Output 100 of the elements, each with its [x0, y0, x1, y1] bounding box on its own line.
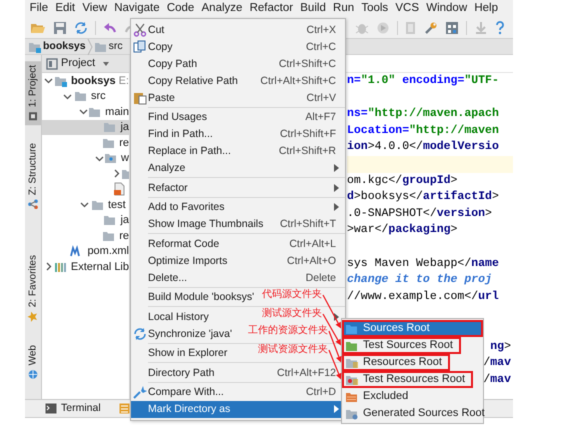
menu-item[interactable]: Delete... [148, 272, 188, 284]
tree-item[interactable]: w [42, 150, 129, 166]
tool-window-tab[interactable]: 2: Favorites [25, 251, 41, 327]
shortcut-text: Ctrl+Shift+R [278, 145, 337, 157]
menu-item[interactable]: Build Module 'booksys' [148, 291, 254, 303]
shortcut-text: Ctrl+C [306, 40, 337, 52]
tool-window-tab[interactable]: Z: Structure [25, 139, 41, 214]
chevron-right-icon[interactable] [112, 169, 121, 178]
shortcut-text: Ctrl+V [306, 92, 337, 104]
tree-item[interactable]: re [42, 228, 129, 244]
menu-item[interactable]: Find in Path... [148, 128, 213, 140]
breadcrumb-separator-icon [86, 38, 93, 54]
menu-item[interactable]: Show in Explorer [148, 347, 228, 359]
menu-item[interactable]: Replace in Path... [148, 145, 231, 157]
tree-item[interactable]: test [42, 197, 129, 212]
file-icon [112, 182, 126, 196]
shortcut-text: Alt+F7 [305, 111, 337, 123]
menu-item[interactable]: Show Image Thumbnails [148, 218, 264, 230]
menu-item[interactable]: Directory Path [148, 366, 215, 378]
breadcrumb-item[interactable]: booksys [28, 38, 86, 54]
globe-icon [28, 369, 38, 379]
folder-icon [103, 213, 118, 228]
folder-icon [104, 151, 118, 166]
tree-item[interactable]: pom.xml [42, 244, 129, 259]
menu-item[interactable]: Analyze [148, 162, 186, 174]
code-line: n="1.0" encoding="UTF- [347, 73, 500, 89]
tree-item[interactable]: ja [42, 212, 129, 228]
tree-item[interactable]: main [42, 104, 129, 120]
chevron-down-icon[interactable] [95, 154, 104, 163]
shortcut-text: Ctrl+Shift+T [280, 218, 337, 230]
menu-item[interactable]: Local History [148, 310, 209, 322]
menu-item[interactable]: Reformat Code [148, 238, 220, 250]
sync-icon [132, 326, 146, 340]
project-view-dropdown[interactable]: Project [42, 55, 129, 73]
menu-item[interactable]: File [26, 1, 52, 16]
menu-item[interactable]: Copy Path [148, 58, 198, 70]
menu-item[interactable]: Cut [148, 24, 164, 36]
chevron-down-icon[interactable] [80, 200, 89, 210]
tree-item[interactable]: src [42, 88, 129, 104]
menu-item[interactable]: View [78, 1, 111, 16]
shortcut-text: Ctrl+Alt+O [286, 254, 337, 266]
grid-icon[interactable] [445, 20, 459, 34]
shortcut-text: Ctrl+Alt+F12 [277, 366, 337, 378]
menu-item[interactable]: Edit [52, 1, 79, 16]
shortcut-text: Ctrl+Shift+F [280, 128, 337, 140]
tool-window-button[interactable]: Terminal [45, 400, 101, 416]
menu-item[interactable]: VCS [392, 1, 423, 16]
menu-item[interactable]: Test Resources Root [342, 371, 474, 388]
chevron-right-icon[interactable] [44, 262, 54, 272]
tool-window-tab[interactable]: Web [25, 340, 41, 383]
menu-item[interactable]: Code [163, 1, 198, 16]
menu-item[interactable]: Copy Relative Path [148, 74, 238, 86]
save-icon[interactable] [53, 20, 67, 34]
menu-item[interactable]: Window [422, 1, 471, 16]
menu-item[interactable]: Help [470, 1, 502, 16]
tool-window-tab[interactable]: 1: Project [25, 61, 41, 126]
menu-item[interactable]: Optimize Imports [148, 254, 228, 266]
menu-item[interactable]: Refactor [246, 1, 297, 16]
code-line: om.kgc</groupId> [347, 172, 458, 189]
code-line: >war</packaging> [347, 222, 458, 238]
menu-item[interactable]: Paste [148, 92, 175, 104]
menu-item[interactable]: Add to Favorites [148, 201, 224, 213]
menu-item[interactable]: Excluded [342, 388, 483, 405]
sync-icon[interactable] [74, 20, 88, 34]
menu-item[interactable]: Find Usages [148, 111, 207, 123]
menu-item[interactable]: Analyze [198, 1, 246, 16]
project-icon [28, 111, 38, 122]
tree-item[interactable]: External Lib [42, 259, 129, 274]
shortcut-text: Ctrl+Alt+L [289, 238, 337, 250]
code-line: /mav [483, 355, 511, 372]
breadcrumb-item[interactable]: src [94, 38, 123, 54]
menu-item[interactable]: Test Sources Root [342, 337, 461, 354]
code-line: d>booksys</artifactId> [347, 189, 500, 206]
code-line: /mav [483, 372, 511, 388]
star-icon [28, 312, 38, 323]
menu-item[interactable]: Refactor [148, 182, 188, 194]
menu-item[interactable]: Run [329, 1, 358, 16]
code-line: Location="http://maven [347, 122, 500, 139]
tree-item[interactable]: re [42, 135, 129, 150]
help-icon[interactable] [495, 20, 505, 34]
folder-icon [103, 120, 118, 134]
tree-item[interactable]: ja [42, 120, 129, 135]
menu-item[interactable]: Tools [358, 1, 392, 16]
shortcut-text: Ctrl+D [306, 386, 337, 398]
menu-item[interactable]: Copy [148, 40, 173, 52]
menu-item[interactable]: Sources Root [342, 320, 483, 337]
menu-item[interactable]: Navigate [110, 1, 164, 16]
menu-item[interactable]: Compare With... [148, 386, 224, 398]
menu-item[interactable]: Generated Sources Root [342, 405, 483, 422]
shortcut-text: Ctrl+X [306, 24, 337, 36]
menu-item[interactable]: Synchronize 'java' [148, 328, 232, 340]
menu-item[interactable]: Resources Root [342, 354, 450, 371]
tool-window-icon[interactable] [118, 403, 130, 414]
undo-icon[interactable] [103, 20, 117, 34]
tree-item[interactable]: booksys E: [42, 73, 129, 88]
code-line: sys Maven Webapp</name [347, 256, 500, 272]
terminal-icon [45, 403, 57, 414]
clipboard-icon [132, 90, 146, 104]
shortcut-text: Delete [306, 272, 337, 284]
menu-item[interactable]: Build [296, 1, 330, 16]
